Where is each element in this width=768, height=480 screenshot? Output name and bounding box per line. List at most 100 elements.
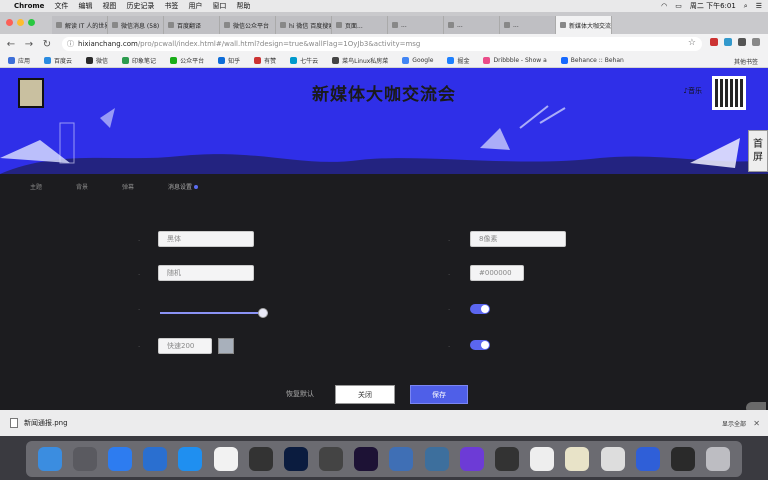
zoom-window-icon[interactable]: [28, 19, 35, 26]
bookmark-item[interactable]: 百度云: [44, 56, 72, 65]
bookmark-item[interactable]: 知乎: [218, 56, 240, 65]
bookmark-item[interactable]: 印象笔记: [122, 56, 156, 65]
close-button[interactable]: 关闭: [335, 385, 395, 404]
reload-icon[interactable]: ↻: [42, 39, 52, 50]
dock-icon-notes[interactable]: [565, 447, 590, 471]
opacity-slider[interactable]: [160, 307, 268, 319]
wifi-icon[interactable]: ◠: [661, 2, 667, 10]
menu-item-file[interactable]: 文件: [54, 1, 68, 11]
bookmark-item[interactable]: 公众平台: [170, 56, 204, 65]
browser-tab[interactable]: 微信消息 (58): [108, 16, 164, 34]
hex-color-input[interactable]: #000000: [470, 265, 524, 281]
menu-item-bookmarks[interactable]: 书签: [164, 1, 178, 11]
toolbar: ← → ↻ ⓘ hixianchang.com/pro/pcwall/index…: [0, 34, 768, 54]
dock-icon-sketch[interactable]: [319, 447, 344, 471]
bookmark-item[interactable]: Dribbble - Show a: [483, 57, 547, 64]
address-bar[interactable]: ⓘ hixianchang.com/pro/pcwall/index.html#…: [62, 37, 702, 51]
dock-icon-browser[interactable]: [424, 447, 449, 471]
dock-icon-finder[interactable]: [37, 447, 62, 471]
bookmarks-bar: 应用 百度云 微信 印象笔记 公众平台 知乎 有赞 七牛云 菜鸟Linux私房菜…: [0, 54, 768, 68]
dock-icon-xcode[interactable]: [143, 447, 168, 471]
dock-icon-preview[interactable]: [600, 447, 625, 471]
more-menu-icon[interactable]: [752, 38, 760, 46]
close-icon[interactable]: ✕: [753, 419, 760, 428]
download-item[interactable]: 新闻通报.png: [24, 418, 68, 428]
tab-theme[interactable]: 主题: [30, 182, 42, 191]
back-icon[interactable]: ←: [6, 39, 16, 50]
bookmark-star-icon[interactable]: ☆: [688, 38, 696, 48]
menu-item-people[interactable]: 用户: [188, 1, 202, 11]
folder-icon: [447, 57, 455, 64]
extension-icon[interactable]: [738, 38, 746, 46]
info-icon[interactable]: ⓘ: [67, 39, 74, 49]
browser-tab-active[interactable]: 新媒体大咖交流会 - 活动: [556, 16, 612, 34]
menu-list-icon[interactable]: ☰: [756, 2, 762, 10]
extension-icon[interactable]: [724, 38, 732, 46]
menu-item-edit[interactable]: 编辑: [78, 1, 92, 11]
search-icon[interactable]: ⌕: [744, 2, 748, 11]
dock-icon-skype[interactable]: [495, 447, 520, 471]
dock-icon-wechat[interactable]: [530, 447, 555, 471]
bookmark-item[interactable]: 有赞: [254, 56, 276, 65]
other-bookmarks[interactable]: 其他书签: [734, 57, 758, 66]
menubar-clock[interactable]: 周二 下午6:01: [690, 1, 736, 11]
browser-tab[interactable]: 百度翻译: [164, 16, 220, 34]
bookmark-item[interactable]: 菜鸟Linux私房菜: [332, 56, 388, 65]
tab-danmaku[interactable]: 弹幕: [122, 182, 134, 191]
dock-icon-webstorm[interactable]: [459, 447, 484, 471]
dock-icon-ps[interactable]: [283, 447, 308, 471]
toggle-switch[interactable]: [470, 304, 490, 314]
menu-item-view[interactable]: 视图: [102, 1, 116, 11]
browser-tab[interactable]: ...: [500, 16, 556, 34]
dock-icon-baidu[interactable]: [635, 447, 660, 471]
close-window-icon[interactable]: [6, 19, 13, 26]
first-screen-tab[interactable]: 首 屏: [748, 130, 768, 172]
browser-tab[interactable]: ...: [388, 16, 444, 34]
dock-icon-music[interactable]: [248, 447, 273, 471]
font-size-select[interactable]: 8像素: [470, 231, 566, 247]
menu-item-window[interactable]: 窗口: [212, 1, 226, 11]
dock-icon-trash[interactable]: [706, 447, 731, 471]
dock-icon-safari[interactable]: [178, 447, 203, 471]
dock-icon-keynote[interactable]: [389, 447, 414, 471]
forward-icon[interactable]: →: [24, 39, 34, 50]
settings-tabs: 主题 背景 弹幕 消息设置: [30, 182, 198, 191]
browser-tab[interactable]: 页面...: [332, 16, 388, 34]
downloads-bar: 新闻通报.png 显示全部 ✕: [0, 410, 768, 436]
extension-icon[interactable]: [710, 38, 718, 46]
dock-icon-launchpad[interactable]: [72, 447, 97, 471]
menu-app-name[interactable]: Chrome: [14, 2, 44, 10]
minimize-window-icon[interactable]: [17, 19, 24, 26]
url-domain: hixianchang.com: [78, 40, 138, 48]
bookmark-item[interactable]: 应用: [8, 56, 30, 65]
file-icon: [10, 418, 18, 428]
speed-input[interactable]: 快速200: [158, 338, 212, 354]
browser-tab[interactable]: 微信公众平台: [220, 16, 276, 34]
dock-icon-calendar[interactable]: [213, 447, 238, 471]
music-label[interactable]: ♪音乐: [684, 86, 702, 96]
browser-tab[interactable]: ...: [444, 16, 500, 34]
dock-icon-pr[interactable]: [354, 447, 379, 471]
slider-handle[interactable]: [258, 308, 268, 318]
bookmark-item[interactable]: 掘金: [447, 56, 469, 65]
bookmark-item[interactable]: 微信: [86, 56, 108, 65]
battery-icon[interactable]: ▭: [675, 2, 682, 10]
menu-item-help[interactable]: 帮助: [236, 1, 250, 11]
dock-icon-quicktime[interactable]: [670, 447, 695, 471]
bookmark-item[interactable]: Google: [402, 57, 433, 64]
tab-background[interactable]: 背景: [76, 182, 88, 191]
show-all-downloads[interactable]: 显示全部: [722, 419, 746, 428]
reset-default-button[interactable]: 恢复默认: [286, 389, 314, 399]
browser-tab[interactable]: 解读 IT 人的世界 不会玩: [52, 16, 108, 34]
toggle-switch[interactable]: [470, 340, 490, 350]
menu-item-history[interactable]: 历史记录: [126, 1, 154, 11]
color-swatch[interactable]: [218, 338, 234, 354]
save-button[interactable]: 保存: [410, 385, 468, 404]
tab-message-settings[interactable]: 消息设置: [168, 182, 198, 191]
font-select[interactable]: 黑体: [158, 231, 254, 247]
browser-tab[interactable]: hi 微信 百度搜索: [276, 16, 332, 34]
bookmark-item[interactable]: Behance :: Behan: [560, 57, 624, 64]
color-mode-select[interactable]: 随机: [158, 265, 254, 281]
dock-icon-app-store[interactable]: [107, 447, 132, 471]
bookmark-item[interactable]: 七牛云: [290, 56, 318, 65]
